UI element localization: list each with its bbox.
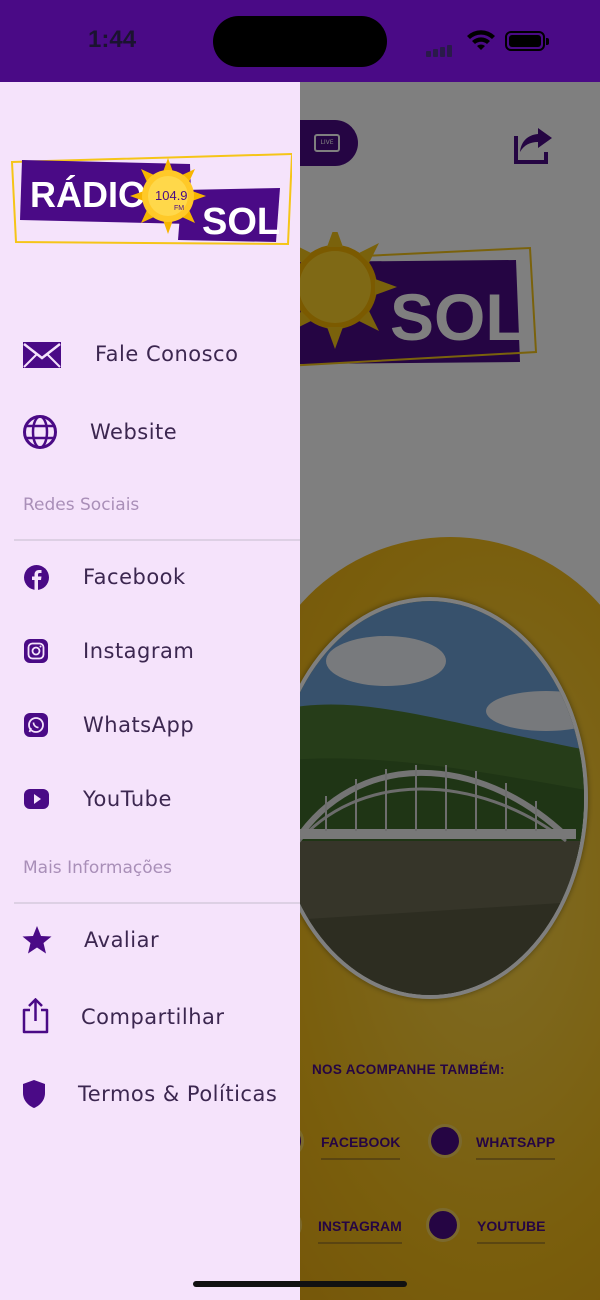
- whatsapp-icon: [24, 713, 48, 737]
- mail-icon: [22, 341, 62, 369]
- menu-item-avaliar[interactable]: Avaliar: [0, 915, 300, 965]
- share-icon: [22, 998, 49, 1034]
- dynamic-island: [213, 16, 387, 67]
- instagram-icon: [24, 639, 48, 663]
- facebook-icon: [24, 565, 49, 590]
- menu-item-facebook[interactable]: Facebook: [0, 552, 300, 602]
- menu-label-website: Website: [90, 420, 178, 444]
- divider: [14, 539, 300, 541]
- menu-item-website[interactable]: Website: [0, 407, 300, 457]
- menu-item-youtube[interactable]: YouTube: [0, 774, 300, 824]
- menu-item-compartilhar[interactable]: Compartilhar: [0, 992, 300, 1042]
- section-title-more-info: Mais Informações: [23, 858, 172, 878]
- menu-item-fale-conosco[interactable]: Fale Conosco: [0, 329, 300, 379]
- menu-item-whatsapp[interactable]: WhatsApp: [0, 700, 300, 750]
- section-title-social: Redes Sociais: [23, 495, 140, 515]
- logo-frequency: 104.9: [155, 188, 188, 203]
- logo-band: FM: [174, 205, 184, 212]
- status-time: 1:44: [88, 26, 137, 53]
- star-icon: [22, 925, 52, 955]
- menu-label-compartilhar: Compartilhar: [81, 1005, 225, 1029]
- menu-label-fale-conosco: Fale Conosco: [95, 342, 239, 366]
- menu-label-youtube: YouTube: [83, 787, 172, 811]
- youtube-icon: [24, 789, 49, 809]
- menu-label-instagram: Instagram: [83, 639, 195, 663]
- menu-label-termos-politicas: Termos & Políticas: [78, 1082, 278, 1106]
- battery-icon: [505, 31, 549, 51]
- wifi-icon: [467, 30, 495, 50]
- logo-word-radio: RÁDIO: [30, 174, 146, 215]
- menu-label-avaliar: Avaliar: [84, 928, 160, 952]
- menu-label-facebook: Facebook: [83, 565, 186, 589]
- home-indicator[interactable]: [193, 1281, 407, 1287]
- cellular-signal-icon: [426, 38, 454, 57]
- radio-sol-logo: RÁDIO 104.9 FM SOL: [10, 152, 292, 246]
- globe-icon: [22, 414, 58, 450]
- menu-label-whatsapp: WhatsApp: [83, 713, 195, 737]
- status-bar: 1:44: [0, 0, 600, 82]
- navigation-drawer: RÁDIO 104.9 FM SOL Fale Conosco Website …: [0, 82, 300, 1300]
- shield-icon: [22, 1079, 46, 1109]
- menu-item-termos-politicas[interactable]: Termos & Políticas: [0, 1069, 300, 1119]
- logo-word-sol: SOL: [202, 201, 280, 243]
- divider: [14, 902, 300, 904]
- menu-item-instagram[interactable]: Instagram: [0, 626, 300, 676]
